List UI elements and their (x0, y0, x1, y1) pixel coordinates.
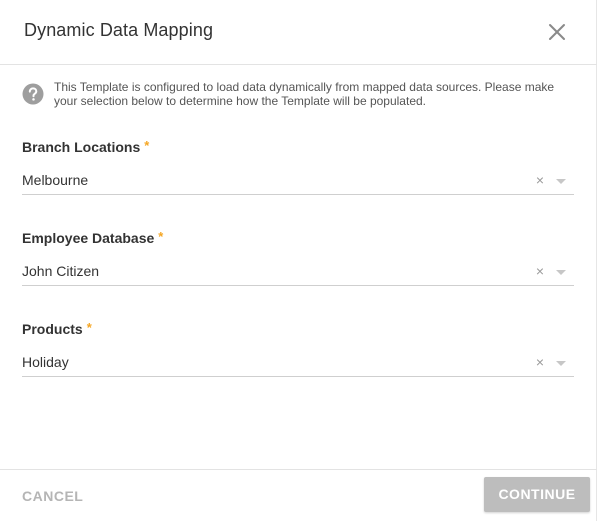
clear-selection-icon[interactable]: × (536, 173, 544, 187)
select-value: Melbourne (22, 172, 89, 188)
employee-database-select[interactable]: John Citizen × (22, 258, 574, 286)
select-value: Holiday (22, 354, 69, 370)
select-value: John Citizen (22, 263, 100, 279)
field-label: Branch Locations * (22, 138, 150, 155)
field-label: Products * (22, 320, 92, 337)
field-label: Employee Database * (22, 229, 164, 246)
branch-locations-select[interactable]: Melbourne × (22, 167, 574, 195)
required-asterisk: * (158, 229, 164, 244)
cancel-button[interactable]: CANCEL (22, 488, 83, 504)
info-text: This Template is configured to load data… (54, 80, 555, 108)
products-label: Products (22, 321, 83, 337)
required-asterisk: * (144, 138, 150, 153)
products-select[interactable]: Holiday × (22, 349, 574, 377)
dynamic-data-mapping-dialog: Dynamic Data Mapping This Template is co… (0, 0, 597, 521)
clear-selection-icon[interactable]: × (536, 355, 544, 369)
help-circle-icon (22, 83, 44, 105)
chevron-down-icon[interactable] (556, 179, 566, 184)
employee-database-label: Employee Database (22, 230, 155, 246)
branch-locations-label: Branch Locations (22, 139, 141, 155)
dialog-footer: CANCEL CONTINUE (0, 469, 597, 521)
dialog-title: Dynamic Data Mapping (24, 20, 214, 40)
continue-button[interactable]: CONTINUE (484, 477, 590, 512)
close-button[interactable] (547, 22, 567, 42)
chevron-down-icon[interactable] (556, 270, 566, 275)
clear-selection-icon[interactable]: × (536, 264, 544, 278)
dialog-header: Dynamic Data Mapping (0, 0, 597, 65)
close-icon (549, 24, 565, 40)
chevron-down-icon[interactable] (556, 361, 566, 366)
required-asterisk: * (86, 320, 92, 335)
